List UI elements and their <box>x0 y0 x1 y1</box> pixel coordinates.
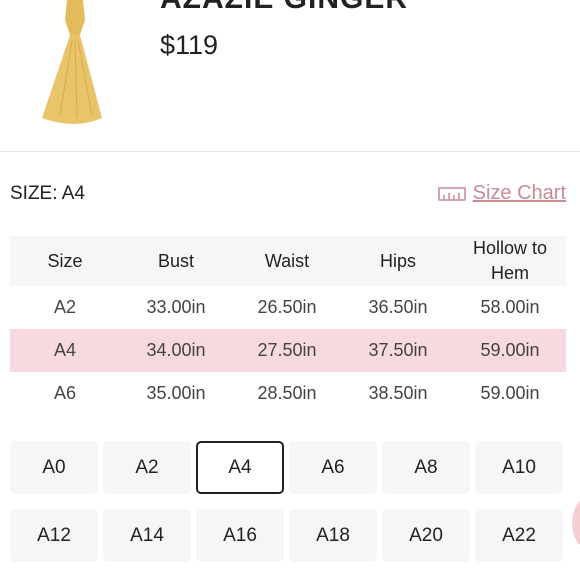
table-row: A2 33.00in 26.50in 36.50in 58.00in <box>10 286 566 329</box>
size-option-a0[interactable]: A0 <box>10 441 98 494</box>
cell-hollow-to-hem: 59.00in <box>480 383 540 404</box>
size-option-a20[interactable]: A20 <box>382 509 470 562</box>
cell-size: A2 <box>53 297 77 318</box>
size-options-grid: A0 A2 A4 A6 A8 A10 A12 A14 A16 A18 A20 A… <box>10 441 566 562</box>
size-option-a18[interactable]: A18 <box>289 509 377 562</box>
size-chart-label: Size Chart <box>472 182 566 204</box>
product-price: $119 <box>160 30 219 60</box>
cell-bust: 34.00in <box>120 329 232 373</box>
header-hips: Hips <box>342 236 454 287</box>
size-option-a14[interactable]: A14 <box>103 509 191 562</box>
cell-bust: 33.00in <box>146 297 206 318</box>
cell-waist: 27.50in <box>232 329 342 373</box>
size-option-a2[interactable]: A2 <box>103 441 191 494</box>
floating-chat-button[interactable] <box>572 498 580 548</box>
size-option-a12[interactable]: A12 <box>10 509 98 562</box>
product-header: AZAZIE GINGER $119 <box>0 0 580 152</box>
table-row: A6 35.00in 28.50in 38.50in 59.00in <box>10 372 566 415</box>
header-waist: Waist <box>232 236 342 287</box>
cell-waist: 26.50in <box>257 297 317 318</box>
header-hollow-to-hem: Hollow to Hem <box>454 236 566 287</box>
size-table: Size Bust Waist Hips Hollow to Hem A2 33… <box>10 236 566 415</box>
size-chart-link[interactable]: Size Chart <box>437 182 566 205</box>
table-row-selected: A4 34.00in 27.50in 37.50in 59.00in <box>10 329 566 373</box>
selected-size-label: SIZE: A4 <box>10 183 85 204</box>
cell-hips: 37.50in <box>342 329 454 373</box>
size-option-a4-selected[interactable]: A4 <box>196 441 284 494</box>
cell-bust: 35.00in <box>146 383 206 404</box>
size-option-a8[interactable]: A8 <box>382 441 470 494</box>
cell-hollow-to-hem: 59.00in <box>454 329 566 373</box>
cell-hips: 38.50in <box>368 383 428 404</box>
ruler-icon <box>437 186 466 201</box>
table-header-row: Size Bust Waist Hips Hollow to Hem <box>10 236 566 287</box>
size-option-a10[interactable]: A10 <box>475 441 563 494</box>
cell-hips: 36.50in <box>368 297 428 318</box>
product-name: AZAZIE GINGER <box>160 0 408 16</box>
header-bust: Bust <box>120 236 232 287</box>
size-option-a16[interactable]: A16 <box>196 509 284 562</box>
cell-size: A4 <box>10 329 120 373</box>
dress-image <box>42 0 102 124</box>
size-option-a6[interactable]: A6 <box>289 441 377 494</box>
cell-waist: 28.50in <box>257 383 317 404</box>
size-option-a22[interactable]: A22 <box>475 509 563 562</box>
cell-size: A6 <box>53 383 77 404</box>
header-size: Size <box>10 236 120 287</box>
cell-hollow-to-hem: 58.00in <box>480 297 540 318</box>
